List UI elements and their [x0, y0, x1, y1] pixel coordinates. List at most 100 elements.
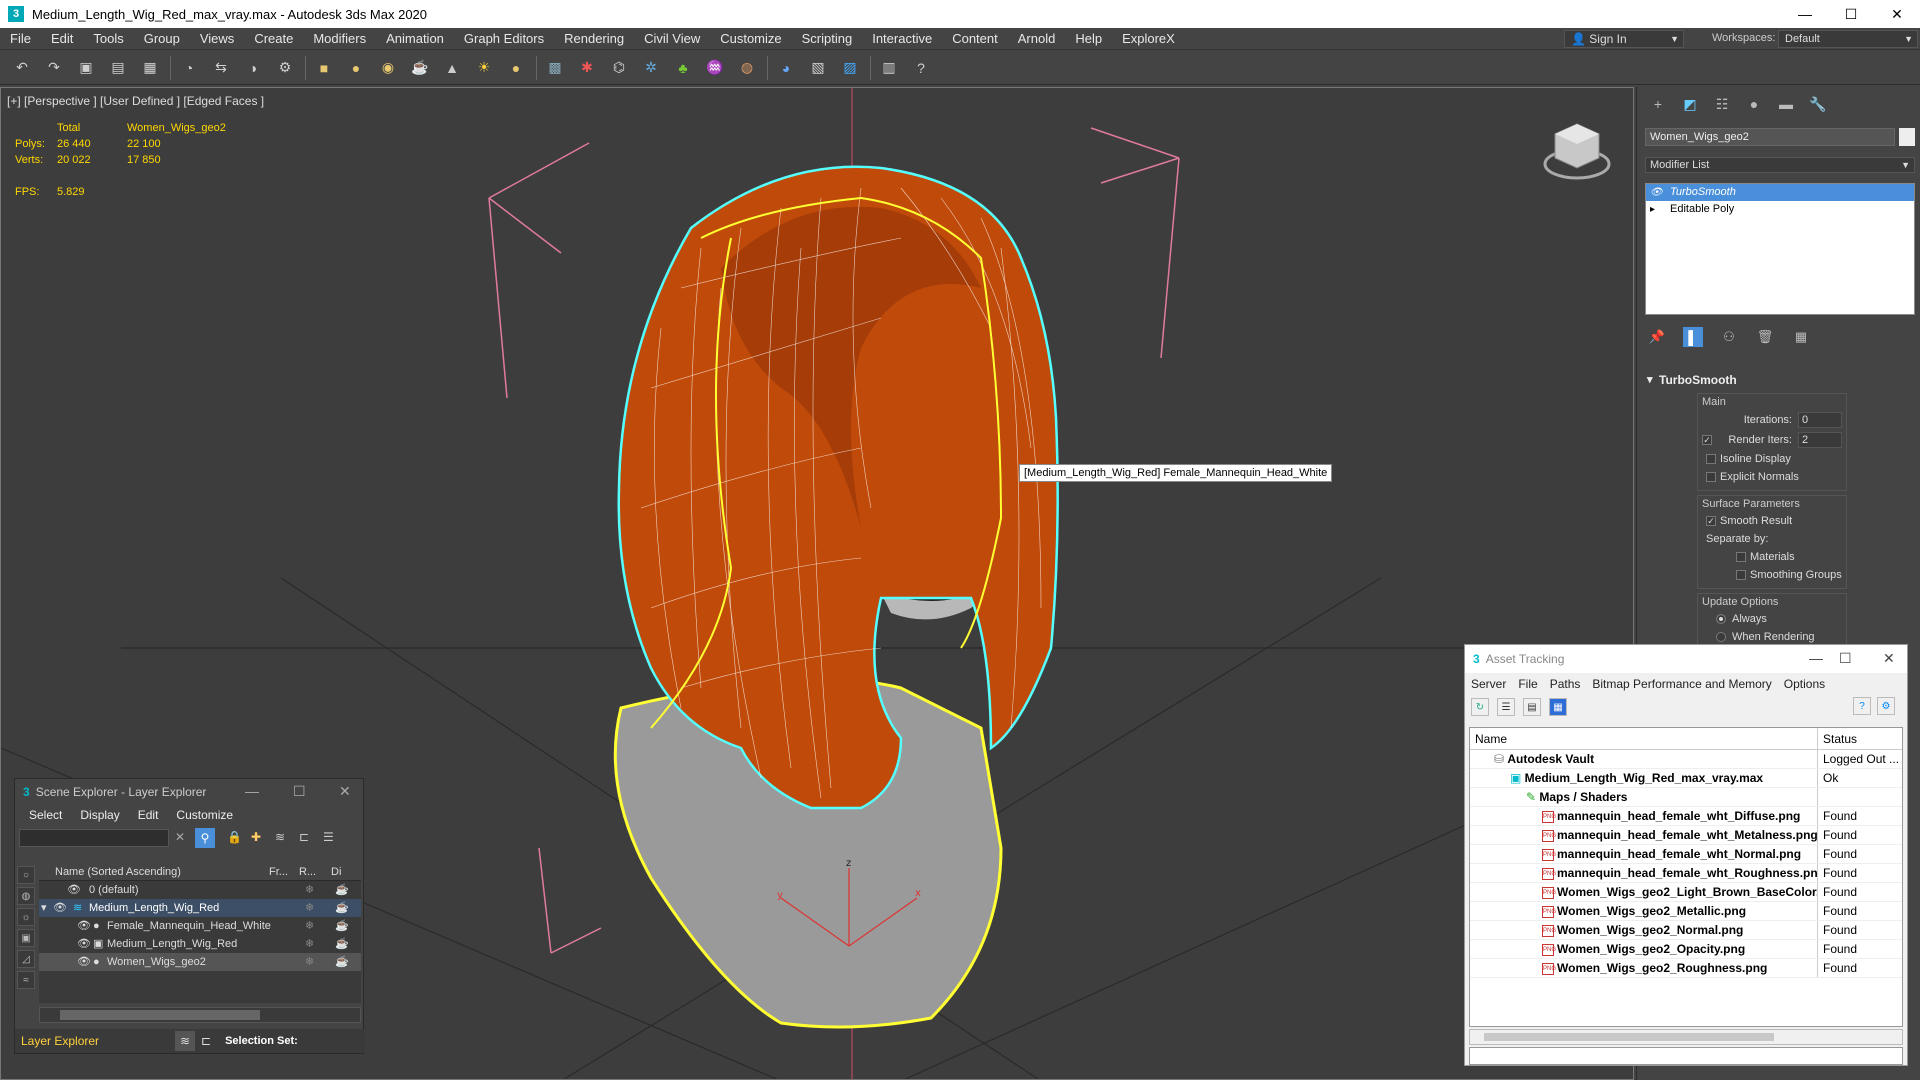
minimize-button[interactable]: —: [1782, 0, 1828, 28]
table-row[interactable]: PNGmannequin_head_female_wht_Roughness.p…: [1470, 864, 1902, 883]
curve-editor-icon[interactable]: ⌬: [607, 56, 631, 80]
minimize-button[interactable]: —: [1809, 650, 1823, 666]
select-link-icon[interactable]: ▣: [74, 56, 98, 80]
table-row[interactable]: PNGWomen_Wigs_geo2_Opacity.png Found: [1470, 940, 1902, 959]
list-view-icon[interactable]: ☰: [1497, 698, 1515, 716]
table-row[interactable]: PNGWomen_Wigs_geo2_Roughness.png Found: [1470, 959, 1902, 978]
menu-create[interactable]: Create: [244, 28, 303, 50]
scene-explorer-titlebar[interactable]: 3 Scene Explorer - Layer Explorer — ☐ ✕: [15, 779, 363, 805]
object-name-field[interactable]: Women_Wigs_geo2: [1645, 128, 1895, 146]
menu-views[interactable]: Views: [190, 28, 244, 50]
remove-modifier-icon[interactable]: 🗑: [1755, 327, 1775, 347]
settings-icon[interactable]: ⚙: [1877, 697, 1895, 715]
detail-view-icon[interactable]: ▤: [1523, 698, 1541, 716]
modifier-stack[interactable]: 👁 TurboSmooth ▸ Editable Poly: [1645, 183, 1915, 315]
box-icon[interactable]: ■: [312, 56, 336, 80]
iterations-spinner[interactable]: 0: [1798, 412, 1842, 428]
list-item[interactable]: ▾ 👁 ≋ Medium_Length_Wig_Red ❄ ☕: [39, 899, 361, 917]
se-menu-edit[interactable]: Edit: [138, 808, 159, 822]
menu-scripting[interactable]: Scripting: [792, 28, 863, 50]
sphere-icon[interactable]: ●: [344, 56, 368, 80]
menu-civil-view[interactable]: Civil View: [634, 28, 710, 50]
col-frozen-header[interactable]: Fr...: [269, 863, 299, 880]
se-horizontal-scrollbar[interactable]: [39, 1007, 361, 1023]
menu-interactive[interactable]: Interactive: [862, 28, 942, 50]
at-path-field[interactable]: [1469, 1047, 1903, 1065]
at-menu-server[interactable]: Server: [1471, 677, 1506, 691]
eye-icon[interactable]: 👁: [1650, 184, 1663, 201]
refresh-icon[interactable]: ↻: [1471, 698, 1489, 716]
display-spacewarps-icon[interactable]: ≈: [17, 971, 35, 989]
create-tab-icon[interactable]: +: [1647, 95, 1669, 113]
select-by-name-icon[interactable]: ◑: [241, 56, 265, 80]
list-item[interactable]: 👁 ● Women_Wigs_geo2 ❄ ☕: [39, 953, 361, 971]
table-row[interactable]: ⛁ Autodesk Vault Logged Out ...: [1470, 750, 1902, 769]
display-geometry-icon[interactable]: ○: [17, 866, 35, 884]
lock-icon[interactable]: 🔒: [227, 830, 242, 844]
at-menu-paths[interactable]: Paths: [1550, 677, 1581, 691]
render-iters-spinner[interactable]: 2: [1798, 432, 1842, 448]
at-menu-file[interactable]: File: [1518, 677, 1537, 691]
sun-icon[interactable]: ☀: [472, 56, 496, 80]
light-icon[interactable]: ●: [504, 56, 528, 80]
grid-icon[interactable]: ▩: [543, 56, 567, 80]
table-row[interactable]: PNGmannequin_head_female_wht_Diffuse.png…: [1470, 807, 1902, 826]
when-rendering-radio[interactable]: [1716, 632, 1726, 642]
render-iterative-icon[interactable]: ▧: [806, 56, 830, 80]
object-color-swatch[interactable]: [1899, 128, 1915, 146]
list-item[interactable]: 👁 ▣ Medium_Length_Wig_Red ❄ ☕: [39, 935, 361, 953]
clear-search-icon[interactable]: ✕: [175, 830, 185, 844]
viewport-label[interactable]: [+] [Perspective ] [User Defined ] [Edge…: [7, 94, 264, 108]
list-item[interactable]: 👁 0 (default) ❄ ☕: [39, 881, 361, 899]
motion-tab-icon[interactable]: ●: [1743, 95, 1765, 113]
hierarchy-icon[interactable]: ⊏: [299, 830, 309, 844]
menu-help[interactable]: Help: [1065, 28, 1112, 50]
filter-icon[interactable]: ⚲: [195, 828, 215, 848]
table-row[interactable]: ▣ Medium_Length_Wig_Red_max_vray.max Ok: [1470, 769, 1902, 788]
configure-sets-icon[interactable]: ▦: [1791, 327, 1811, 347]
menu-explorex[interactable]: ExploreX: [1112, 28, 1185, 50]
col-name-header[interactable]: Name (Sorted Ascending): [39, 863, 269, 880]
explicit-normals-checkbox[interactable]: [1706, 472, 1716, 482]
hf-icon[interactable]: ♒: [703, 56, 727, 80]
selection-filter-icon[interactable]: ◔: [177, 56, 201, 80]
sign-in-dropdown[interactable]: 👤 Sign In ▼: [1564, 30, 1684, 48]
render-setup-icon[interactable]: ✲: [639, 56, 663, 80]
close-button[interactable]: ✕: [1883, 650, 1895, 667]
pin-stack-icon[interactable]: 📌: [1647, 327, 1667, 347]
col-name-header[interactable]: Name: [1470, 728, 1818, 749]
make-unique-icon[interactable]: ⚇: [1719, 327, 1739, 347]
display-helpers-icon[interactable]: ◿: [17, 950, 35, 968]
se-search-input[interactable]: [19, 829, 169, 847]
col-render-header[interactable]: R...: [299, 863, 331, 880]
render-iters-checkbox[interactable]: ✓: [1702, 435, 1712, 445]
isoline-checkbox[interactable]: [1706, 454, 1716, 464]
menu-file[interactable]: File: [0, 28, 41, 50]
table-row[interactable]: PNGmannequin_head_female_wht_Metalness.p…: [1470, 826, 1902, 845]
layout-icon[interactable]: ▥: [877, 56, 901, 80]
show-end-result-icon[interactable]: ▌: [1683, 327, 1703, 347]
select-object-icon[interactable]: ⇆: [209, 56, 233, 80]
at-menu-options[interactable]: Options: [1784, 677, 1825, 691]
maximize-button[interactable]: ☐: [1828, 0, 1874, 28]
hair-icon[interactable]: ♣: [671, 56, 695, 80]
modify-tab-icon[interactable]: ◩: [1679, 95, 1701, 113]
expand-arrow-icon[interactable]: ▸: [1650, 201, 1655, 218]
viewcube-icon[interactable]: [1541, 118, 1613, 184]
display-cameras-icon[interactable]: ▣: [17, 929, 35, 947]
menu-graph-editors[interactable]: Graph Editors: [454, 28, 554, 50]
menu-tools[interactable]: Tools: [83, 28, 133, 50]
stack-item-turbosmooth[interactable]: 👁 TurboSmooth: [1646, 184, 1914, 201]
minimize-button[interactable]: —: [245, 783, 259, 799]
utilities-tab-icon[interactable]: 🔧: [1807, 95, 1829, 113]
at-horizontal-scrollbar[interactable]: [1469, 1029, 1903, 1045]
help-icon[interactable]: ?: [909, 56, 933, 80]
table-row[interactable]: ✎ Maps / Shaders: [1470, 788, 1902, 807]
display-shapes-icon[interactable]: ◍: [17, 887, 35, 905]
menu-modifiers[interactable]: Modifiers: [303, 28, 376, 50]
layers-icon[interactable]: ≋: [175, 1031, 195, 1051]
menu-animation[interactable]: Animation: [376, 28, 454, 50]
redo-icon[interactable]: ↷: [42, 56, 66, 80]
undo-icon[interactable]: ↶: [10, 56, 34, 80]
maximize-button[interactable]: ☐: [293, 783, 306, 800]
